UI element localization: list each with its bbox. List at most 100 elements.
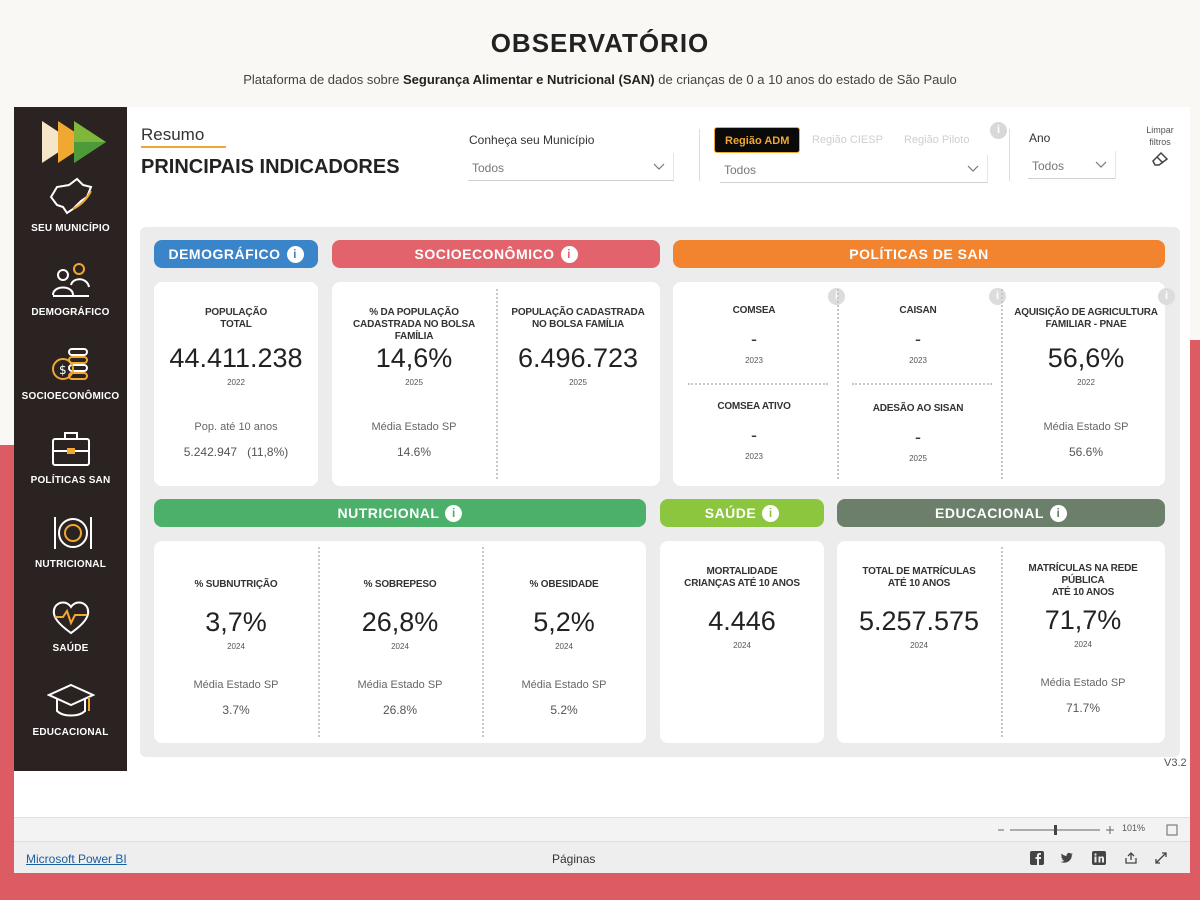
info-icon[interactable]: i — [1158, 288, 1175, 305]
kpi-value: - — [751, 329, 757, 349]
fullscreen-icon[interactable] — [1154, 851, 1168, 865]
zoom-level: 101% — [1122, 823, 1146, 833]
municipio-dropdown[interactable]: Todos — [468, 153, 674, 181]
sidebar-item-politicas-san[interactable]: POLÍTICAS SAN — [14, 427, 127, 486]
category-saude: SAÚDE i — [660, 499, 824, 527]
info-icon[interactable]: i — [286, 246, 304, 263]
sidebar-item-saude[interactable]: SAÚDE — [14, 595, 127, 654]
briefcase-icon — [51, 432, 90, 466]
twitter-icon[interactable] — [1060, 851, 1074, 865]
category-label: POLÍTICAS DE SAN — [849, 246, 989, 262]
info-icon[interactable]: i — [560, 246, 578, 263]
category-nutricional: NUTRICIONAL i — [154, 499, 646, 527]
kpi-year: 2024 — [910, 641, 928, 650]
sidebar-item-label: POLÍTICAS SAN — [30, 475, 111, 486]
kpi-note: Média Estado SP — [1040, 677, 1126, 689]
filter-divider — [699, 129, 700, 181]
kpi-matriculas-rede-publica: MATRÍCULAS NA REDE PÚBLICA ATÉ 10 ANOS 7… — [1001, 563, 1165, 715]
tab-regiao-adm[interactable]: Região ADM — [714, 127, 801, 153]
chevron-down-icon — [653, 163, 665, 170]
sidebar-item-seu-municipio[interactable]: SEU MUNICÍPIO — [14, 175, 127, 234]
kpi-year: 2024 — [227, 642, 245, 651]
kpi-caisan: CAISAN - 2023 — [852, 305, 984, 365]
indicators-panel: DEMOGRÁFICO i SOCIOECONÔMICO i POLÍTICAS D… — [140, 227, 1180, 757]
kpi-value: 5.257.575 — [858, 606, 980, 636]
ano-dropdown-value: Todos — [1032, 159, 1065, 173]
kpi-title: COMSEA ATIVO — [717, 401, 791, 412]
card-divider — [837, 289, 839, 479]
powerbi-link[interactable]: Microsoft Power BI — [26, 852, 127, 866]
kpi-bolsa-familia-pct: % DA POPULAÇÃO CADASTRADA NO BOLSA FAMÍL… — [332, 307, 496, 459]
kpi-value: 56,6% — [1047, 343, 1125, 373]
subtitle-bold: Segurança Alimentar e Nutricional (SAN) — [402, 72, 655, 87]
kpi-total-matriculas: TOTAL DE MATRÍCULAS ATÉ 10 ANOS 5.257.57… — [837, 566, 1001, 650]
category-label: DEMOGRÁFICO — [168, 246, 281, 262]
category-socioeconomico: SOCIOECONÔMICO i — [332, 240, 660, 268]
graduation-cap-icon — [46, 683, 95, 717]
share-icon[interactable] — [1124, 851, 1138, 865]
pages-button[interactable]: Páginas — [552, 852, 595, 866]
linkedin-icon[interactable] — [1092, 851, 1106, 865]
kpi-value: 14,6% — [375, 343, 453, 373]
category-label: SOCIOECONÔMICO — [414, 246, 555, 262]
kpi-sobrepeso: % SOBREPESO 26,8% 2024 Média Estado SP 2… — [318, 579, 482, 717]
info-icon[interactable]: i — [445, 505, 463, 522]
region-info-icon[interactable]: i — [990, 122, 1007, 139]
region-dropdown[interactable]: Todos — [720, 155, 988, 183]
tab-regiao-ciesp[interactable]: Região CIESP — [802, 127, 893, 153]
kpi-title: % DA POPULAÇÃO CADASTRADA NO BOLSA FAMÍL… — [353, 307, 475, 342]
tab-regiao-piloto[interactable]: Região Piloto — [894, 127, 979, 153]
kpi-note-values: 5.242.947 (11,8%) — [154, 445, 318, 459]
kpi-value: - — [915, 427, 921, 447]
kpi-note: Média Estado SP — [357, 679, 443, 691]
category-label: SAÚDE — [704, 505, 757, 521]
kpi-title: % OBESIDADE — [529, 579, 599, 590]
kpi-title: MORTALIDADE CRIANÇAS ATÉ 10 ANOS — [684, 566, 800, 589]
zoom-slider[interactable] — [996, 824, 1116, 836]
ano-dropdown[interactable]: Todos — [1028, 151, 1116, 179]
clear-filters-button[interactable]: Limpar filtros — [1138, 124, 1182, 166]
coins-icon: $ — [51, 348, 88, 380]
page-title: PRINCIPAIS INDICADORES — [141, 156, 400, 178]
kpi-title: % SUBNUTRIÇÃO — [194, 579, 278, 590]
sidebar-item-educacional[interactable]: EDUCACIONAL — [14, 679, 127, 738]
version-label: V3.2 — [1164, 757, 1187, 769]
facebook-icon[interactable] — [1030, 851, 1044, 865]
sidebar-item-nutricional[interactable]: NUTRICIONAL — [14, 511, 127, 570]
kpi-note-value: 56.6% — [1068, 445, 1104, 459]
sidebar-item-socioeconomico[interactable]: $ SOCIOECONÔMICO — [14, 343, 127, 402]
site-header: OBSERVATÓRIO Plataforma de dados sobre S… — [0, 0, 1200, 105]
kpi-note-value: 5.2% — [550, 703, 578, 717]
info-icon[interactable]: i — [989, 288, 1006, 305]
kpi-title: MATRÍCULAS NA REDE PÚBLICA ATÉ 10 ANOS — [1028, 563, 1138, 598]
kpi-value: 6.496.723 — [517, 343, 639, 373]
kpi-year: 2023 — [745, 356, 763, 365]
kpi-adesao-sisan: ADESÃO AO SISAN - 2025 — [852, 403, 984, 463]
chevron-down-icon — [1095, 161, 1107, 168]
card-divider — [852, 383, 992, 385]
card-divider — [1001, 289, 1003, 479]
kpi-note: Média Estado SP — [193, 679, 279, 691]
svg-text:$: $ — [59, 363, 67, 377]
kpi-comsea: COMSEA - 2023 — [688, 305, 820, 365]
kpi-mortalidade: MORTALIDADE CRIANÇAS ATÉ 10 ANOS 4.446 2… — [660, 566, 824, 650]
kpi-note: Média Estado SP — [1043, 421, 1129, 433]
sidebar-item-label: NUTRICIONAL — [34, 559, 107, 570]
kpi-value: 26,8% — [361, 607, 439, 637]
site-title: OBSERVATÓRIO — [490, 28, 710, 58]
kpi-year: 2024 — [391, 642, 409, 651]
kpi-year: 2024 — [555, 642, 573, 651]
filter-divider — [1009, 129, 1010, 181]
sidebar-item-demografico[interactable]: DEMOGRÁFICO — [14, 259, 127, 318]
kpi-value: 44.411.238 — [169, 343, 303, 373]
fit-page-icon[interactable] — [1166, 824, 1178, 836]
logo-icon — [42, 121, 106, 163]
powerbi-report-frame: SEU MUNICÍPIO DEMOGRÁFICO $ SOCIOECONÔMI — [14, 107, 1190, 873]
site-subtitle: Plataforma de dados sobre Segurança Alim… — [0, 72, 1200, 87]
sidebar-item-label: SOCIOECONÔMICO — [21, 391, 120, 402]
chevron-down-icon — [967, 165, 979, 172]
kpi-title: TOTAL DE MATRÍCULAS ATÉ 10 ANOS — [862, 566, 976, 589]
info-icon[interactable]: i — [1049, 505, 1067, 522]
kpi-obesidade: % OBESIDADE 5,2% 2024 Média Estado SP 5.… — [482, 579, 646, 717]
info-icon[interactable]: i — [762, 505, 780, 522]
